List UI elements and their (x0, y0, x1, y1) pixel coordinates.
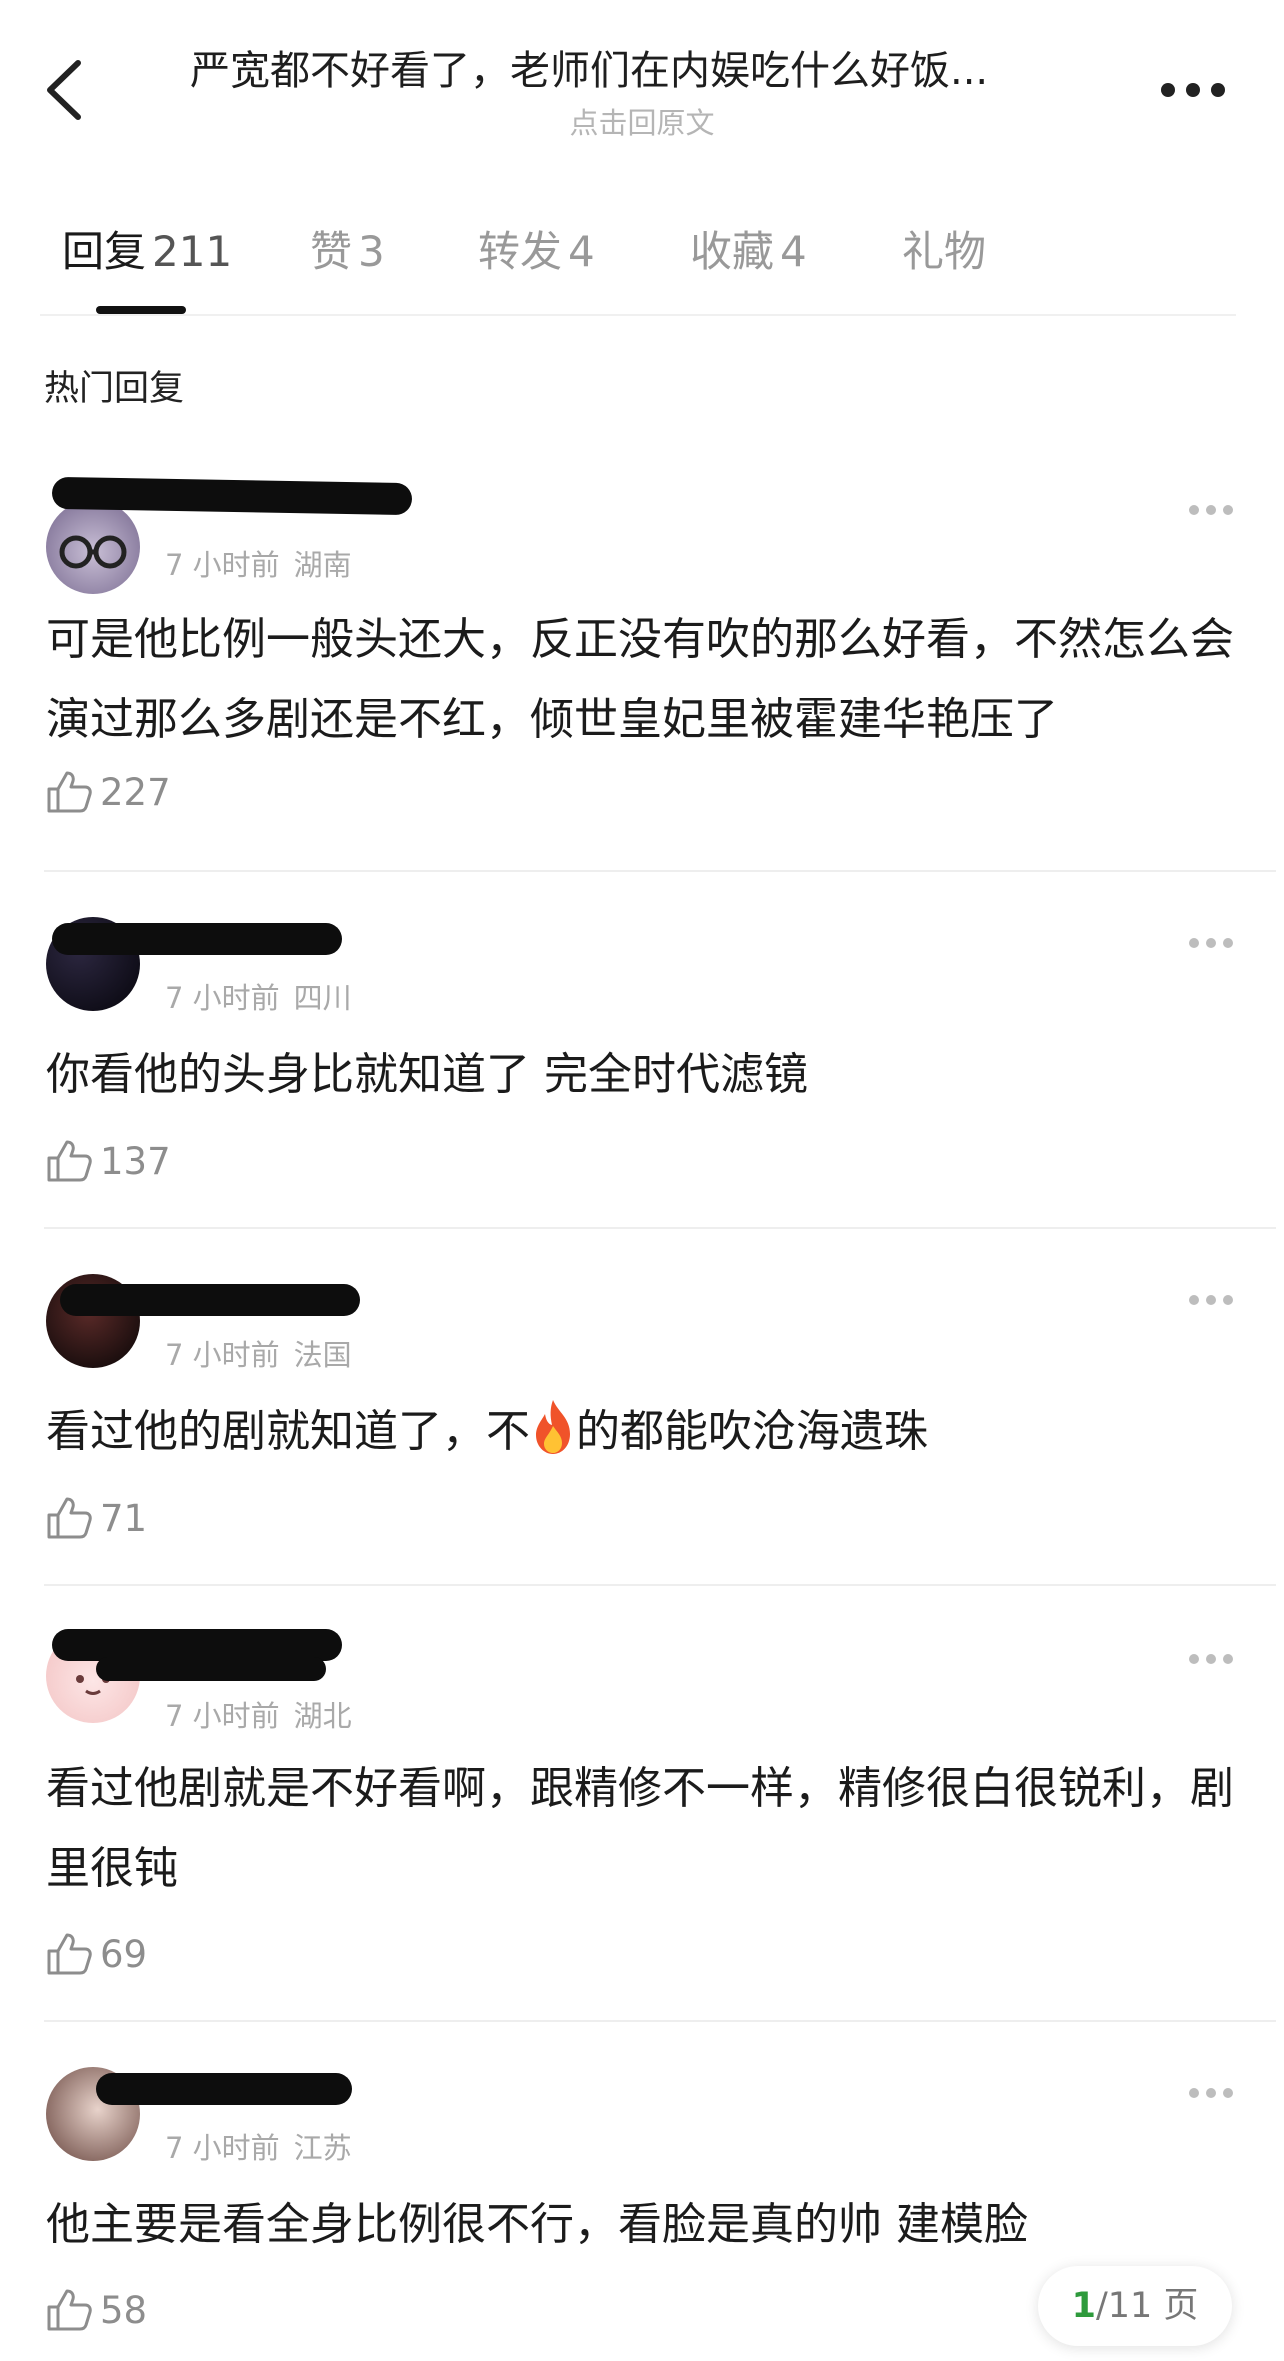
divider (44, 1227, 1276, 1229)
hot-replies-heading: 热门回复 (44, 369, 185, 409)
comment-meta: 7 小时前 四川 (165, 981, 352, 1015)
comment-text: 可是他比例一般头还大，反正没有吹的那么好看，不然怎么会演过那么多剧还是不红，倾世… (46, 614, 1234, 745)
comment-text: 看过他的剧就知道了，不 的都能吹沧海遗珠 (46, 1392, 1241, 1472)
tab-replies[interactable]: 回复 211 (62, 218, 232, 279)
like-button[interactable]: 58 (46, 2286, 147, 2334)
tab-gifts[interactable]: 礼物 (902, 218, 986, 279)
more-dots-icon[interactable] (1188, 1294, 1234, 1306)
divider (44, 870, 1276, 872)
divider (40, 314, 1236, 316)
more-options-icon[interactable] (1158, 80, 1228, 100)
redacted-username (60, 1284, 360, 1316)
page-indicator[interactable]: 1/11 页 (1038, 2266, 1232, 2346)
more-dots-icon[interactable] (1188, 504, 1234, 516)
comment-item: 7 小时前 湖北 看过他剧就是不好看啊，跟精修不一样，精修很白很锐利，剧里很钝 6… (0, 1609, 1284, 2019)
fire-emoji-icon (536, 1400, 570, 1454)
comment-text: 你看他的头身比就知道了 完全时代滤镜 (46, 1049, 808, 1100)
tab-likes[interactable]: 赞3 (310, 218, 385, 279)
comment-meta: 7 小时前 湖北 (165, 1699, 352, 1733)
thumbs-up-icon (47, 771, 92, 813)
tab-reposts[interactable]: 转发 4 (478, 218, 595, 279)
more-dots-icon[interactable] (1188, 937, 1234, 949)
like-button[interactable]: 227 (46, 768, 171, 816)
comment-item: 7 小时前 法国 看过他的剧就知道了，不 的都能吹沧海遗珠 71 (0, 1252, 1284, 1582)
redacted-username (51, 476, 413, 516)
comment-item: 7 小时前 湖南 可是他比例一般头还大，反正没有吹的那么好看，不然怎么会演过那么多… (0, 470, 1284, 870)
tab-bar: 回复 211 赞3 转发 4 收藏 4 礼物 (40, 218, 1240, 318)
active-tab-indicator (96, 306, 186, 314)
redacted-username (96, 1657, 326, 1681)
post-title[interactable]: 严宽都不好看了，老师们在内娱吃什么好饭... (190, 38, 1090, 96)
tab-favorites[interactable]: 收藏 4 (690, 218, 807, 279)
thumbs-up-icon (47, 1497, 92, 1539)
redacted-username (52, 923, 342, 955)
thumbs-up-icon (47, 1140, 92, 1182)
like-button[interactable]: 69 (46, 1930, 147, 1978)
comment-meta: 7 小时前 湖南 (165, 548, 352, 582)
divider (44, 2020, 1276, 2022)
like-button[interactable]: 71 (46, 1494, 147, 1542)
more-dots-icon[interactable] (1188, 2087, 1234, 2099)
back-to-original-link[interactable]: 点击回原文 (0, 100, 1284, 142)
comment-text: 他主要是看全身比例很不行，看脸是真的帅 建模脸 (46, 2199, 1028, 2250)
like-button[interactable]: 137 (46, 1137, 171, 1185)
comment-meta: 7 小时前 江苏 (165, 2131, 352, 2165)
thumbs-up-icon (47, 1933, 92, 1975)
more-dots-icon[interactable] (1188, 1653, 1234, 1665)
comment-meta: 7 小时前 法国 (165, 1338, 352, 1372)
glasses-avatar-icon (59, 535, 127, 569)
redacted-username (96, 2073, 352, 2105)
comment-item: 7 小时前 四川 你看他的头身比就知道了 完全时代滤镜 137 (0, 895, 1284, 1225)
divider (44, 1584, 1276, 1586)
avatar[interactable] (46, 500, 140, 594)
top-bar: 严宽都不好看了，老师们在内娱吃什么好饭... 点击回原文 (0, 0, 1284, 170)
comment-text: 看过他剧就是不好看啊，跟精修不一样，精修很白很锐利，剧里很钝 (46, 1763, 1234, 1894)
thumbs-up-icon (47, 2289, 92, 2331)
